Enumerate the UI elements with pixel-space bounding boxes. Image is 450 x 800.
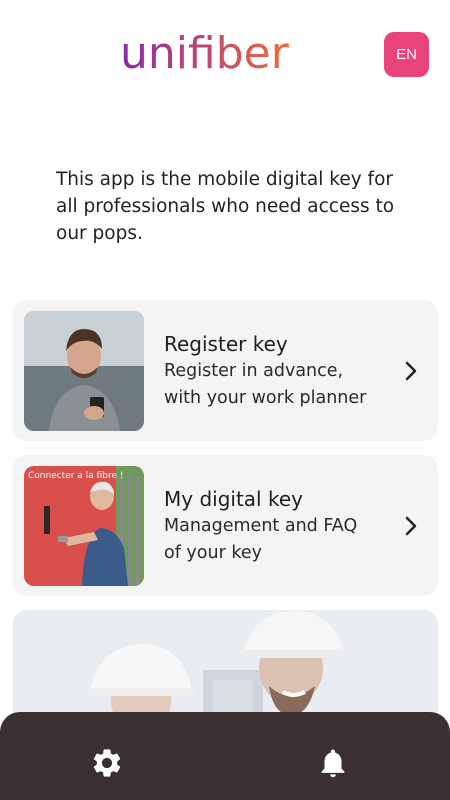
unifiber-logo: unifiber <box>120 28 290 79</box>
chevron-right-icon <box>405 516 417 536</box>
card-title: Register key <box>164 332 288 356</box>
technician-opening-cabinet-photo: Connecter a la fibre ! <box>24 466 144 586</box>
app-header: unifiber EN <box>0 0 450 110</box>
chevron-right-icon <box>405 361 417 381</box>
card-title: My digital key <box>164 487 303 511</box>
register-key-card[interactable]: Register key Register in advance, with y… <box>13 300 438 441</box>
intro-text: This app is the mobile digital key for a… <box>56 169 395 244</box>
bottom-navigation <box>0 712 450 800</box>
bell-icon[interactable] <box>316 746 350 780</box>
man-with-phone-photo <box>24 311 144 431</box>
language-button[interactable]: EN <box>384 32 429 77</box>
gear-icon[interactable] <box>90 746 124 780</box>
card-subtitle: Register in advance, with your work plan… <box>164 361 367 408</box>
cabinet-text: Connecter a la fibre ! <box>28 471 123 481</box>
my-digital-key-card[interactable]: Connecter a la fibre ! My digital key Ma… <box>13 455 438 596</box>
card-subtitle: Management and FAQ of your key <box>164 516 358 563</box>
logo-text: unifiber <box>120 28 290 79</box>
